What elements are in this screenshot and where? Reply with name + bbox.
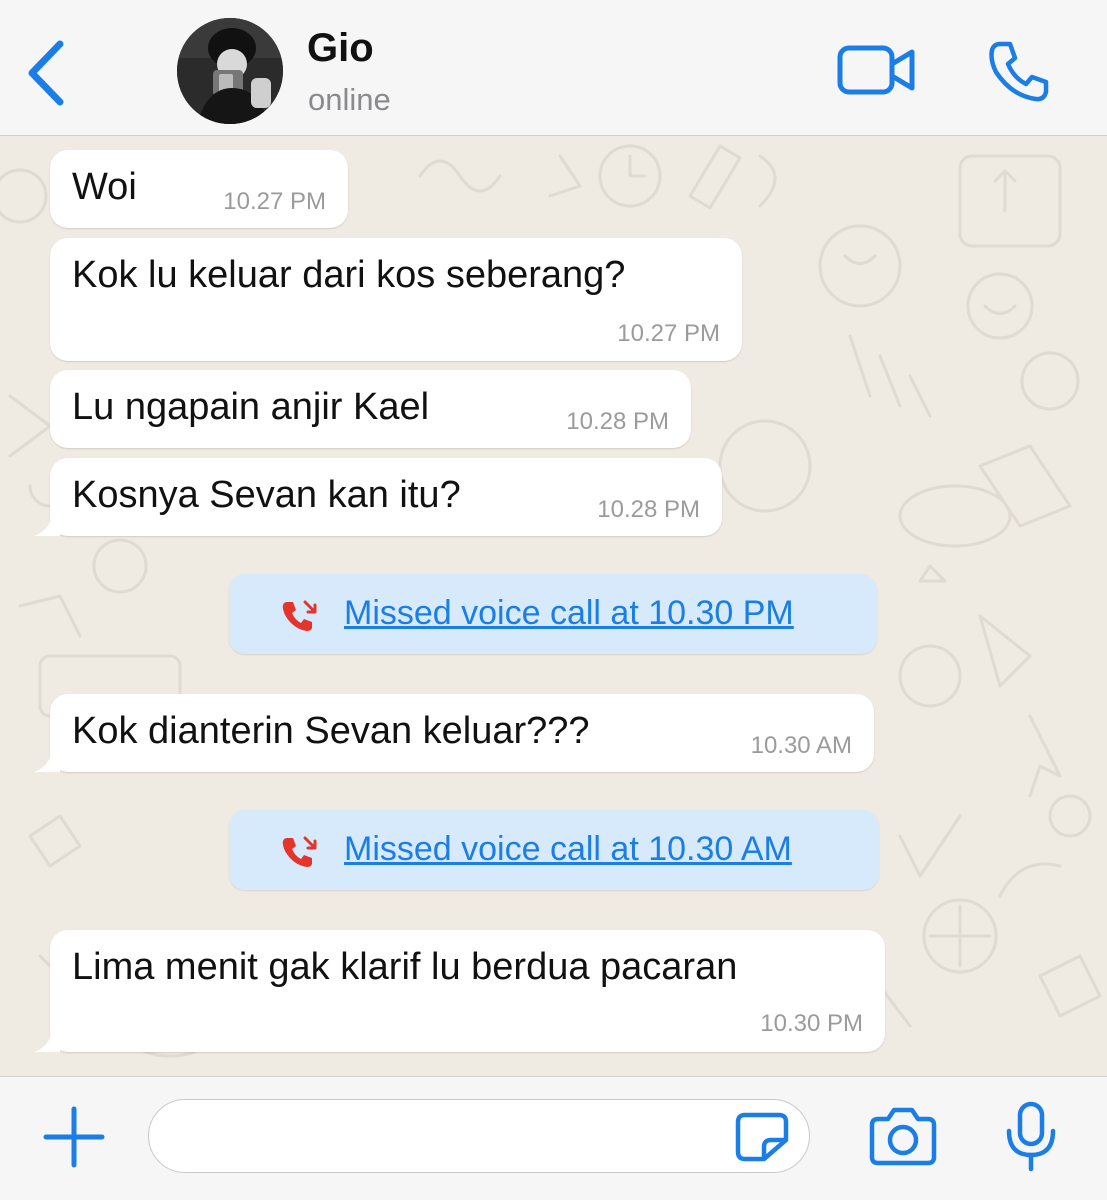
message-text: Kok dianterin Sevan keluar???: [72, 710, 590, 752]
missed-call-icon: [282, 600, 317, 631]
missed-call-bubble[interactable]: Missed voice call at 10.30 PM: [229, 574, 877, 654]
message-text: Kok lu keluar dari kos seberang?: [72, 254, 626, 296]
message-bubble[interactable]: Kok lu keluar dari kos seberang? 10.27 P…: [50, 238, 742, 361]
contact-name[interactable]: Gio: [307, 26, 374, 71]
voice-call-button[interactable]: [986, 38, 1052, 104]
message-text: Lima menit gak klarif lu berdua pacaran: [72, 946, 738, 988]
message-bubble[interactable]: Lima menit gak klarif lu berdua pacaran …: [34, 930, 885, 1052]
message-time: 10.28 PM: [597, 496, 700, 523]
message-time: 10.27 PM: [223, 188, 326, 215]
microphone-button[interactable]: [1004, 1101, 1058, 1173]
back-button[interactable]: [22, 38, 72, 108]
message-input[interactable]: [173, 1110, 737, 1162]
message-bubble[interactable]: Kok dianterin Sevan keluar??? 10.30 AM: [34, 694, 874, 772]
message-bubble[interactable]: Kosnya Sevan kan itu? 10.28 PM: [34, 458, 722, 536]
missed-call-text[interactable]: Missed voice call at 10.30 PM: [344, 594, 794, 633]
phone-icon: [989, 41, 1049, 102]
message-bubble[interactable]: Lu ngapain anjir Kael 10.28 PM: [50, 370, 691, 448]
microphone-icon: [1006, 1101, 1056, 1172]
message-text: Lu ngapain anjir Kael: [72, 386, 430, 428]
bubble-tail: [34, 514, 60, 536]
message-bubble[interactable]: Woi 10.27 PM: [50, 150, 348, 228]
message-time: 10.30 AM: [750, 732, 852, 759]
contact-status: online: [308, 82, 391, 117]
camera-icon: [869, 1107, 937, 1166]
bubble-tail: [34, 1030, 60, 1052]
message-text: Kosnya Sevan kan itu?: [72, 474, 461, 516]
chevron-left-icon: [28, 40, 64, 106]
missed-call-icon: [282, 836, 317, 867]
video-call-button[interactable]: [836, 40, 918, 100]
bubble-tail: [34, 750, 60, 772]
camera-button[interactable]: [868, 1105, 938, 1167]
attach-button[interactable]: [42, 1105, 106, 1169]
missed-call-text[interactable]: Missed voice call at 10.30 AM: [344, 830, 792, 869]
missed-call-bubble[interactable]: Missed voice call at 10.30 AM: [229, 810, 879, 890]
message-input-bar: [0, 1076, 1107, 1200]
message-text: Woi: [72, 166, 137, 208]
sticker-button[interactable]: [735, 1112, 789, 1162]
message-time: 10.27 PM: [617, 320, 720, 347]
message-list[interactable]: Woi 10.27 PM Kok lu keluar dari kos sebe…: [0, 136, 1107, 1076]
message-field[interactable]: [148, 1099, 810, 1173]
video-camera-icon: [837, 45, 915, 95]
chat-header: Gio online: [0, 0, 1107, 136]
sticker-icon: [735, 1112, 789, 1162]
message-time: 10.30 PM: [760, 1010, 863, 1037]
plus-icon: [43, 1106, 105, 1168]
message-time: 10.28 PM: [566, 408, 669, 435]
contact-avatar[interactable]: [177, 18, 283, 124]
